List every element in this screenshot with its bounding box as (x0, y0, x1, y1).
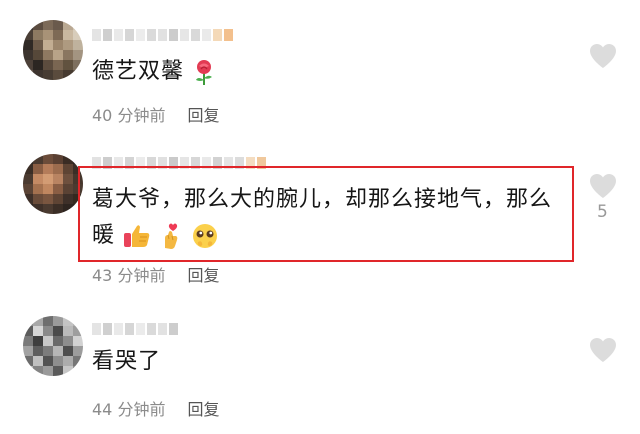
comment-text-content: 看哭了 (92, 349, 162, 374)
avatar[interactable] (23, 316, 83, 376)
comment-time: 44 分钟前 (92, 400, 166, 419)
username-blurred[interactable] (92, 322, 178, 336)
comment-text-content: 德艺双馨 (92, 59, 185, 84)
like-heart-icon[interactable] (588, 42, 618, 70)
comment-meta: 43 分钟前 回复 (92, 262, 219, 286)
reply-button[interactable]: 回复 (187, 102, 219, 126)
comment-time: 43 分钟前 (92, 266, 166, 285)
avatar-mosaic (23, 20, 83, 80)
comment-meta: 40 分钟前 回复 (92, 102, 219, 126)
comment-meta: 44 分钟前 回复 (92, 396, 219, 420)
reply-button[interactable]: 回复 (187, 396, 219, 420)
highlight-box (78, 166, 574, 262)
comment-item: 德艺双馨 40 分钟前 回复 (0, 0, 640, 150)
avatar[interactable] (23, 20, 83, 80)
comment-text: 德艺双馨 (92, 54, 216, 90)
reply-button[interactable]: 回复 (187, 262, 219, 286)
username-blurred[interactable] (92, 28, 233, 42)
avatar[interactable] (23, 154, 83, 214)
comment-text: 看哭了 (92, 344, 161, 380)
like-count: 5 (597, 202, 608, 222)
comment-time: 40 分钟前 (92, 106, 166, 125)
like-heart-icon[interactable] (588, 336, 618, 364)
comment-item: 看哭了 44 分钟前 回复 (0, 300, 640, 434)
like-heart-icon[interactable] (588, 172, 618, 200)
avatar-mosaic (23, 316, 83, 376)
rose-icon (196, 60, 213, 85)
avatar-mosaic (23, 154, 83, 214)
